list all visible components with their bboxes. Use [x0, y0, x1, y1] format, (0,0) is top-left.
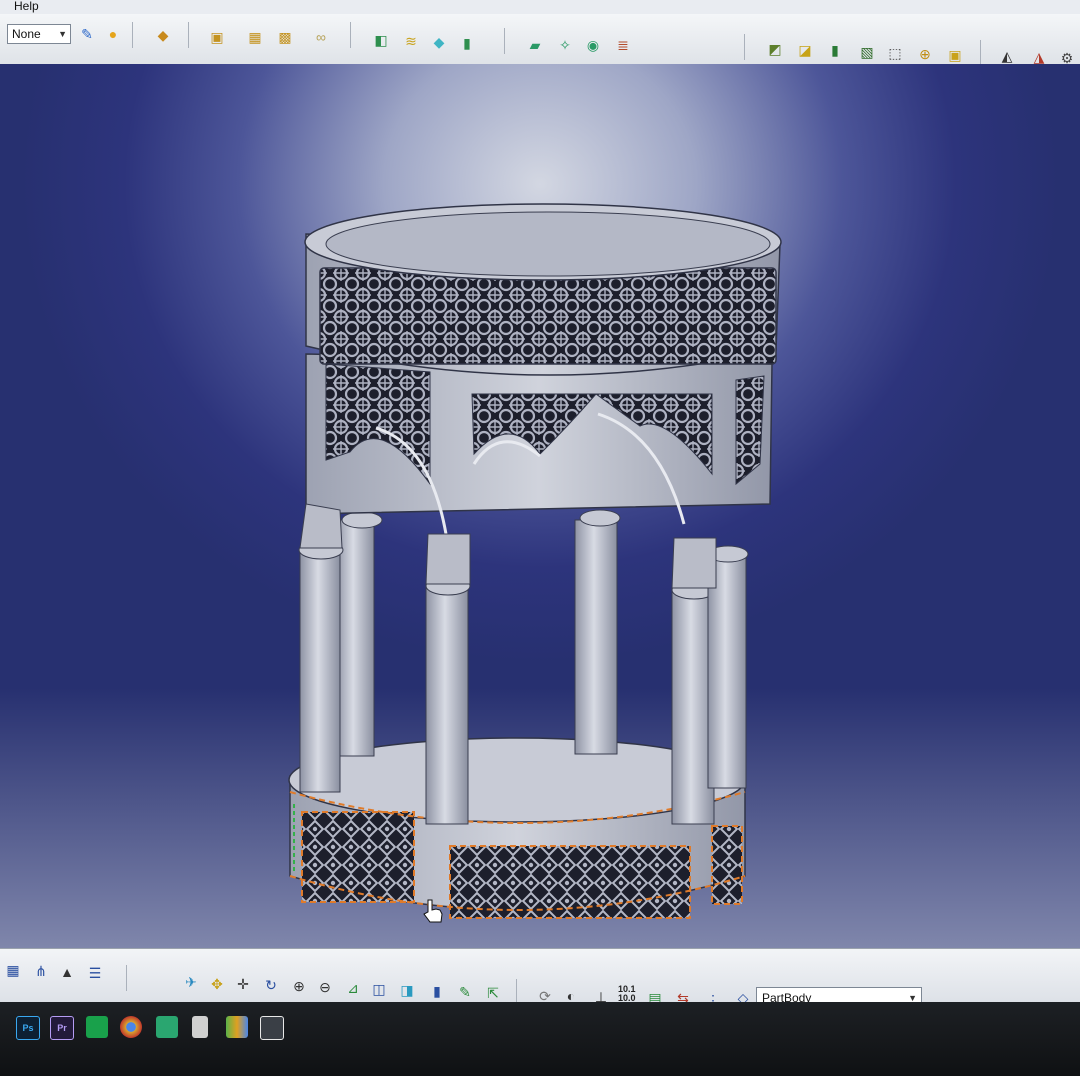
- bottom-toolbar: ▦ ⋔ ▲ ☰ ✈ ✥ ✛ ↻ ⊕ ⊖ ⊿ ◫ ◨ ▮ ✎ ⇱ ⟳ ◐ ⊥ 10…: [0, 948, 1080, 1009]
- menu-bar: Help: [0, 0, 1080, 14]
- toolbar-separator: [126, 965, 127, 991]
- cylinder-icon[interactable]: ▮: [426, 980, 448, 1002]
- lock-icon[interactable]: ▲: [56, 961, 78, 983]
- target-icon[interactable]: ⊕: [914, 43, 936, 65]
- paint-brush-icon[interactable]: ✎: [76, 23, 98, 45]
- taskbar: Ps Pr: [0, 1002, 1080, 1076]
- layer-select-value: None: [12, 27, 41, 41]
- apply-material-icon[interactable]: ◆: [152, 24, 174, 46]
- table-icon[interactable]: ▦: [2, 959, 24, 981]
- premiere-icon[interactable]: Pr: [50, 1016, 74, 1040]
- rotate-icon[interactable]: ↻: [260, 974, 282, 996]
- solid-icon[interactable]: ◧: [370, 29, 392, 51]
- photoshop-icon[interactable]: Ps: [16, 1016, 40, 1040]
- layer-select[interactable]: None ▼: [7, 24, 71, 44]
- material-sphere-icon[interactable]: ●: [102, 23, 124, 45]
- toolbar-separator: [350, 22, 351, 48]
- surface-stack-icon[interactable]: ≋: [400, 30, 422, 52]
- fit-all-icon[interactable]: ✥: [206, 973, 228, 995]
- pan-icon[interactable]: ✛: [232, 973, 254, 995]
- stamp-icon[interactable]: ≣: [612, 34, 634, 56]
- multi-view-icon[interactable]: ◫: [368, 978, 390, 1000]
- arcade-arches[interactable]: [305, 353, 773, 535]
- link-icon[interactable]: ∞: [310, 26, 332, 48]
- toolbar-separator: [744, 34, 745, 60]
- book-icon[interactable]: ▮: [456, 32, 478, 54]
- component-icon[interactable]: ▩: [274, 26, 296, 48]
- isometric-view-icon[interactable]: ◩: [764, 38, 786, 60]
- list-icon[interactable]: ☰: [84, 962, 106, 984]
- thin-part-icon[interactable]: ◆: [428, 31, 450, 53]
- chrome-icon[interactable]: [120, 1016, 142, 1038]
- zoom-in-icon[interactable]: ⊕: [288, 975, 310, 997]
- tree-icon[interactable]: ⋔: [30, 960, 52, 982]
- assembly-icon[interactable]: ▣: [206, 26, 228, 48]
- wireframe-icon[interactable]: ▧: [856, 41, 878, 63]
- front-view-icon[interactable]: ◪: [794, 39, 816, 61]
- calculator-icon[interactable]: [192, 1016, 208, 1038]
- render-icon[interactable]: ◉: [582, 34, 604, 56]
- toolbar-separator: [980, 40, 981, 66]
- sketch-plane-icon[interactable]: ▰: [524, 34, 546, 56]
- shading-icon[interactable]: ▮: [824, 39, 846, 61]
- edit-icon[interactable]: ✎: [454, 981, 476, 1003]
- toolbar-separator: [132, 22, 133, 48]
- gazebo-model[interactable]: [0, 64, 1080, 948]
- iso-view-icon[interactable]: ◨: [396, 979, 418, 1001]
- menu-help[interactable]: Help: [14, 0, 39, 13]
- equalizer-icon[interactable]: [226, 1016, 248, 1038]
- coordinate-readout: 10.1 10.0: [618, 985, 636, 1003]
- 3d-viewport[interactable]: [0, 64, 1080, 948]
- normal-view-icon[interactable]: ⊿: [342, 977, 364, 999]
- toolbar-separator: [504, 28, 505, 54]
- spreadsheet-icon[interactable]: [156, 1016, 178, 1038]
- box-select-icon[interactable]: ⬚: [884, 42, 906, 64]
- toolbar-separator: [188, 22, 189, 48]
- columns-back[interactable]: [335, 509, 621, 757]
- product-icon[interactable]: ▦: [244, 26, 266, 48]
- fly-mode-icon[interactable]: ✈: [180, 971, 202, 993]
- analysis-icon[interactable]: ✧: [554, 34, 576, 56]
- top-drum[interactable]: [304, 203, 782, 376]
- top-toolbar: None ▼ ✎ ● ◆ ▣ ▦ ▩ ∞ ◧ ≋ ◆ ▮ ▰ ✧ ◉ ≣ ◩ ◪…: [0, 14, 1080, 66]
- chevron-down-icon[interactable]: ▼: [58, 25, 67, 43]
- cube-icon[interactable]: ▣: [944, 44, 966, 66]
- catia-icon[interactable]: [260, 1016, 284, 1040]
- green-app-icon[interactable]: [86, 1016, 108, 1038]
- export-icon[interactable]: ⇱: [482, 982, 504, 1004]
- zoom-out-icon[interactable]: ⊖: [314, 976, 336, 998]
